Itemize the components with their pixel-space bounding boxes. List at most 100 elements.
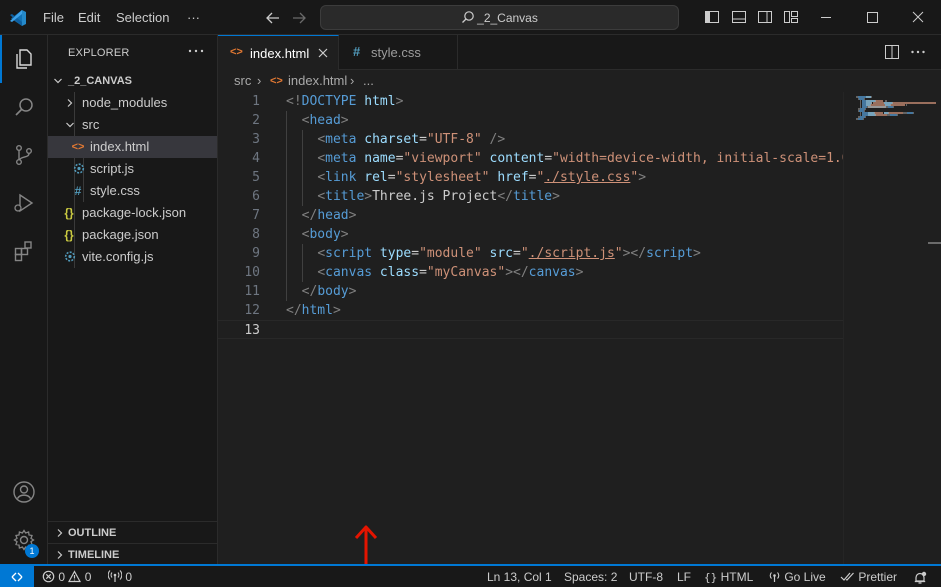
code-token: charset <box>356 132 420 147</box>
code-line[interactable]: 3 <meta charset="UTF-8" /> <box>218 130 843 149</box>
tree-item-style-css[interactable]: # style.css <box>48 180 217 202</box>
activity-manage[interactable]: 1 <box>0 516 48 564</box>
toggle-panel-icon[interactable] <box>731 9 747 25</box>
json-file-icon: {} <box>64 206 74 220</box>
html-file-icon: <> <box>230 46 243 58</box>
encoding[interactable]: UTF-8 <box>629 569 663 585</box>
minimap-line <box>862 118 864 120</box>
tree-item-package-lock-json[interactable]: {} package-lock.json <box>48 202 217 224</box>
code-token: < <box>317 151 326 166</box>
code-line[interactable]: 11 </body> <box>218 282 843 301</box>
code-line[interactable]: 1 <!DOCTYPE html> <box>218 92 843 111</box>
minimize-window-icon[interactable] <box>803 0 849 35</box>
code-token: meta <box>325 151 357 166</box>
tree-item-label: index.html <box>90 139 150 154</box>
activity-search[interactable] <box>0 83 48 131</box>
line-number: 5 <box>252 170 260 185</box>
timeline-section[interactable]: TIMELINE <box>48 543 217 565</box>
cursor-position[interactable]: Ln 13, Col 1 <box>487 569 552 585</box>
minimap[interactable] <box>843 92 941 564</box>
code-token: /> <box>489 132 506 147</box>
code-line[interactable]: 7 </head> <box>218 206 843 225</box>
prettier-status[interactable]: Prettier <box>840 569 897 585</box>
tree-item-script-js[interactable]: script.js <box>48 158 217 180</box>
outline-section[interactable]: OUTLINE <box>48 521 217 543</box>
indentation[interactable]: Spaces: 2 <box>564 569 617 585</box>
minimap-line <box>905 104 907 106</box>
menu-more[interactable]: ··· <box>187 0 200 35</box>
activity-accounts[interactable] <box>0 468 48 516</box>
ports-indicator[interactable]: 0 <box>107 569 132 585</box>
forward-arrow-icon[interactable] <box>289 8 309 28</box>
menu-edit[interactable]: Edit <box>78 0 100 35</box>
code-line[interactable]: 2 <head> <box>218 111 843 130</box>
vscode-logo-icon <box>10 10 26 26</box>
code-line[interactable]: 9 <script type="module" src="./script.js… <box>218 244 843 263</box>
project-folder-header[interactable]: _2_CANVAS <box>48 70 217 92</box>
code-token: "viewport" <box>403 151 482 166</box>
maximize-window-icon[interactable] <box>849 0 895 35</box>
breadcrumb-folder[interactable]: src <box>234 70 251 92</box>
code-token: html <box>356 94 396 109</box>
split-editor-icon[interactable] <box>884 44 900 60</box>
code-line[interactable]: 8 <body> <box>218 225 843 244</box>
command-center-search[interactable]: _2_Canvas <box>320 5 679 30</box>
chevron-right-icon <box>57 551 63 559</box>
code-editor[interactable]: 1 <!DOCTYPE html> 2 <head> 3 <meta charset=… <box>218 92 857 564</box>
toggle-primary-sidebar-icon[interactable] <box>704 9 720 25</box>
menu-selection[interactable]: Selection <box>116 0 169 35</box>
customize-layout-icon[interactable] <box>783 9 799 25</box>
activity-run-debug[interactable] <box>0 179 48 227</box>
gear-file-icon <box>64 251 76 262</box>
more-actions-icon[interactable] <box>910 44 926 60</box>
end-of-line[interactable]: LF <box>677 569 691 585</box>
extensions-icon <box>14 241 32 262</box>
code-token: Three.js Project <box>372 189 498 204</box>
chevron-right-icon <box>57 529 63 537</box>
breadcrumb-file[interactable]: index.html <box>288 70 347 92</box>
timeline-label: TIMELINE <box>68 549 120 561</box>
line-number: 10 <box>244 265 260 280</box>
tree-item-index-html[interactable]: <> index.html <box>48 136 217 158</box>
project-name: _2_CANVAS <box>68 75 132 87</box>
code-token: = <box>419 265 427 280</box>
close-icon[interactable] <box>316 46 330 60</box>
code-line[interactable]: 12 </html> <box>218 301 843 320</box>
warning-count: 0 <box>84 570 92 584</box>
code-token: head <box>317 208 349 223</box>
back-arrow-icon[interactable] <box>263 8 283 28</box>
code-text: </html> <box>286 301 341 320</box>
code-line[interactable]: 4 <meta name="viewport" content="width=d… <box>218 149 857 168</box>
tab-style-css[interactable]: # style.css <box>339 35 458 70</box>
prettier-label: Prettier <box>858 570 898 584</box>
tree-item-node-modules[interactable]: node_modules <box>48 92 217 114</box>
activity-explorer[interactable] <box>0 35 48 83</box>
language-mode[interactable]: {} HTML <box>704 569 753 585</box>
code-line[interactable]: 5 <link rel="stylesheet" href="./style.c… <box>218 168 843 187</box>
notifications-bell-icon[interactable] <box>913 570 927 586</box>
code-line[interactable]: 13 <box>218 320 843 339</box>
tree-item-package-json[interactable]: {} package.json <box>48 224 217 246</box>
menu-file[interactable]: File <box>43 0 64 35</box>
tree-item-vite-config-js[interactable]: vite.config.js <box>48 246 217 268</box>
activity-extensions[interactable] <box>0 227 48 275</box>
code-token: ./script.js <box>528 246 615 261</box>
breadcrumb-symbol[interactable]: ... <box>363 70 374 92</box>
problems-indicator[interactable]: 0 0 <box>42 569 91 585</box>
close-window-icon[interactable] <box>895 0 941 35</box>
more-actions-icon[interactable] <box>186 43 206 59</box>
code-token: href <box>489 170 529 185</box>
tab-index-html[interactable]: <> index.html <box>218 35 339 70</box>
remote-indicator[interactable] <box>0 566 34 587</box>
code-line[interactable]: 10 <canvas class="myCanvas"></canvas> <box>218 263 843 282</box>
code-token: < <box>317 132 326 147</box>
toggle-secondary-sidebar-icon[interactable] <box>757 9 773 25</box>
code-line[interactable]: 6 <title>Three.js Project</title> <box>218 187 843 206</box>
activity-source-control[interactable] <box>0 131 48 179</box>
tree-item-src[interactable]: src <box>48 114 217 136</box>
go-live-button[interactable]: Go Live <box>768 569 826 585</box>
